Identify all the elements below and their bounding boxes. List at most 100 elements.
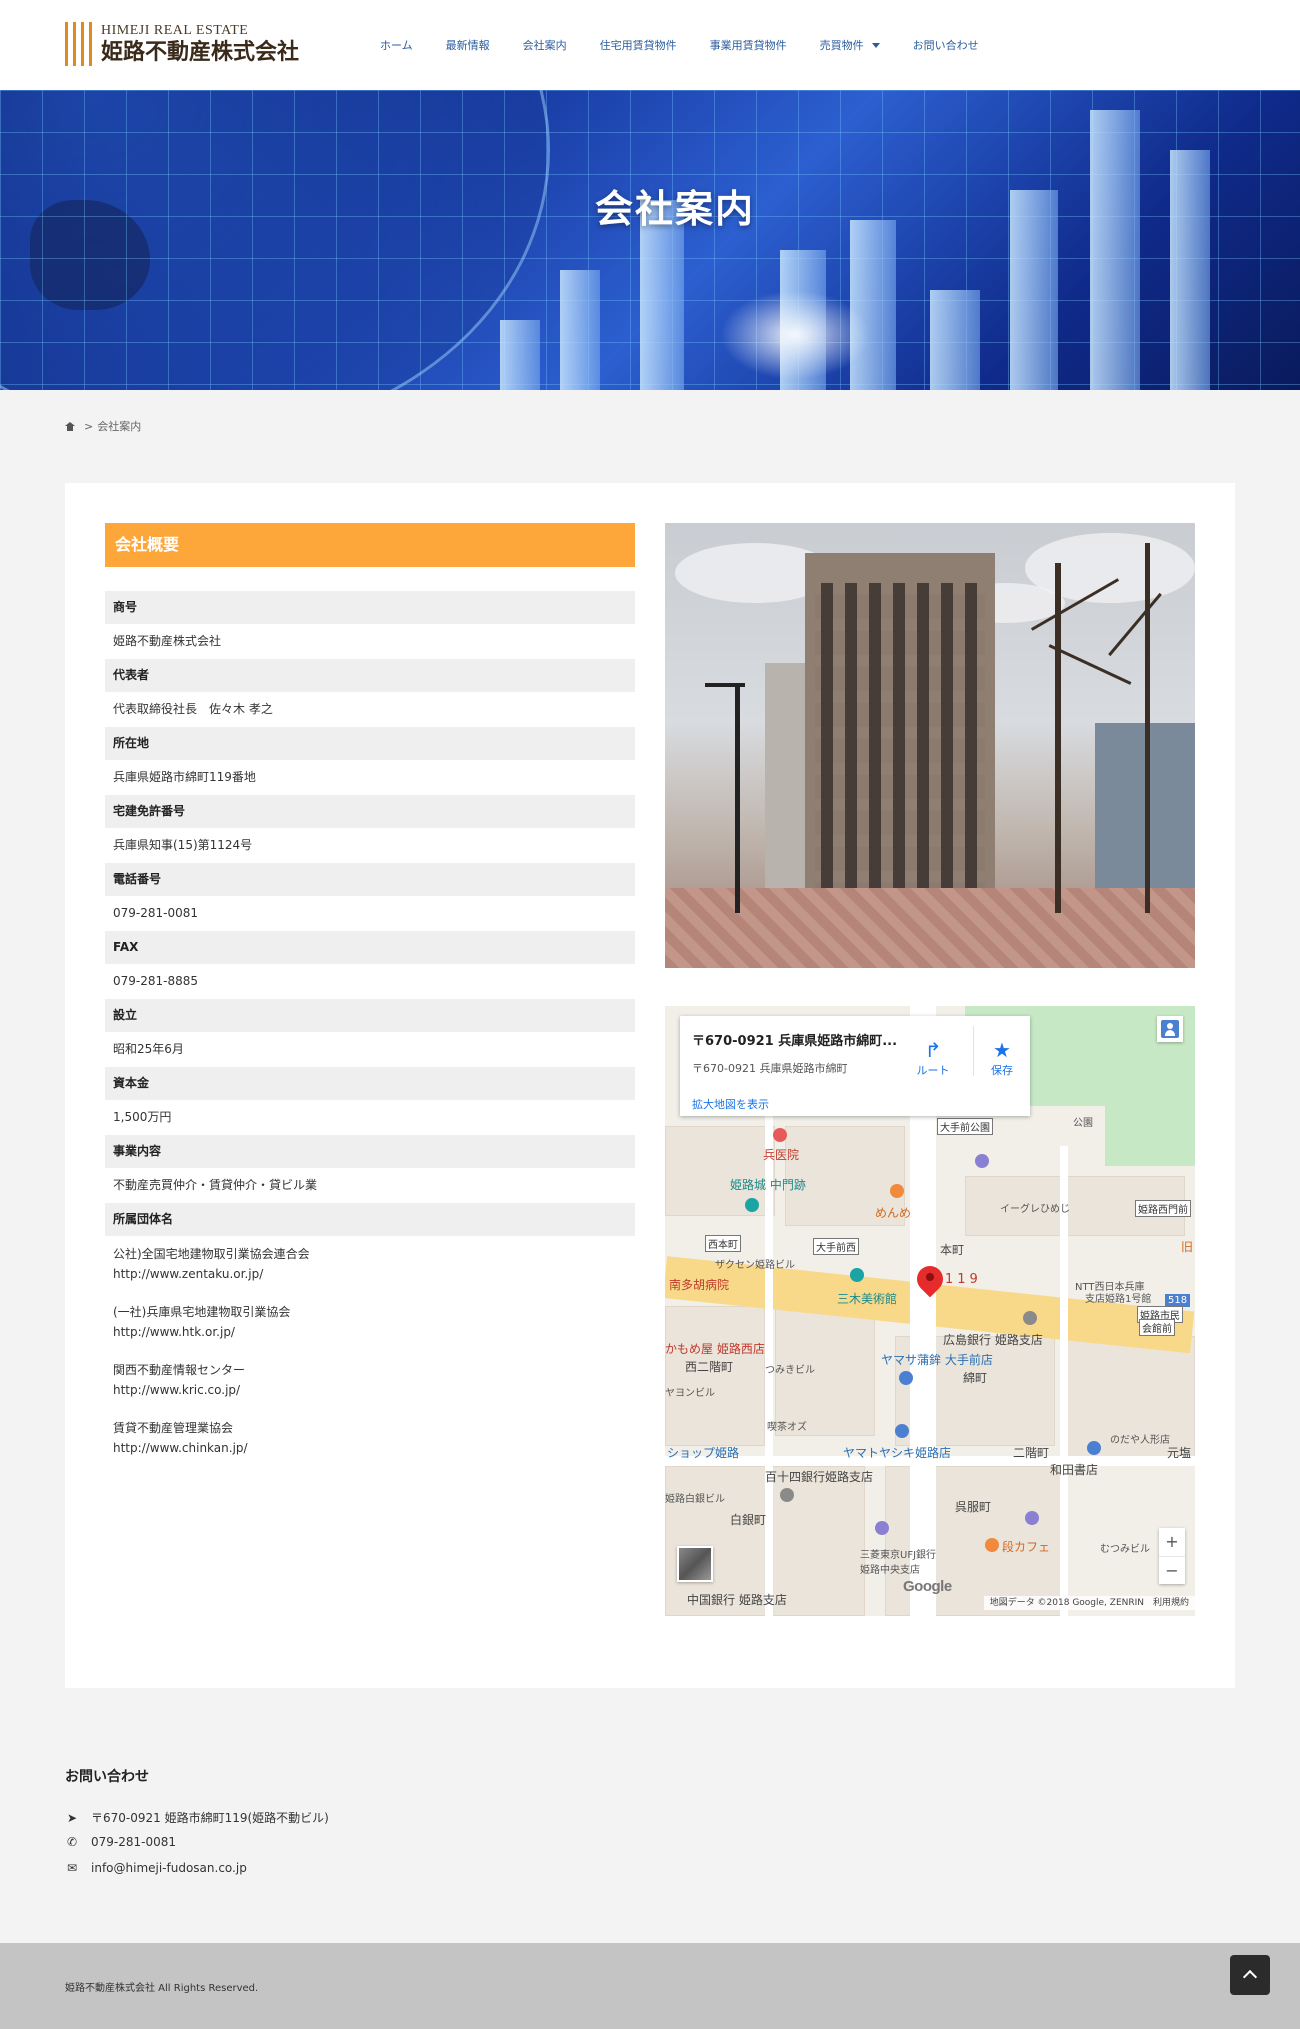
- map-label: 百十四銀行姫路支店: [765, 1470, 874, 1484]
- map-label: 呉服町: [955, 1500, 992, 1514]
- page-title: 会社案内: [594, 186, 755, 231]
- map-label: 南多胡病院: [669, 1278, 730, 1292]
- nav-sale-label: 売買物件: [819, 39, 864, 52]
- map-attribution[interactable]: 地図データ ©2018 Google, ZENRIN 利用規約: [983, 1596, 1195, 1610]
- nav-residential-rental[interactable]: 住宅用賃貸物件: [600, 37, 677, 53]
- nav-company[interactable]: 会社案内: [523, 37, 567, 53]
- shop-icon: [895, 1424, 909, 1438]
- org-url[interactable]: http://www.htk.or.jp/: [113, 1322, 627, 1342]
- cafe-icon: [985, 1538, 999, 1552]
- info-value: 不動産売買仲介・賃貸仲介・貸ビル業: [113, 1178, 318, 1192]
- chevron-up-icon: [1242, 1969, 1258, 1985]
- list-item: 賃貸不動産管理業協会 http://www.chinkan.jp/: [113, 1418, 627, 1458]
- book-icon: [1087, 1441, 1101, 1455]
- enlarge-map-link[interactable]: 拡大地図を表示: [692, 1096, 769, 1112]
- google-logo: Google: [903, 1578, 952, 1595]
- map-label: つみきビル: [765, 1365, 815, 1376]
- restaurant-icon: [890, 1184, 904, 1198]
- map-marker-icon[interactable]: [917, 1264, 943, 1300]
- org-url[interactable]: http://www.chinkan.jp/: [113, 1438, 627, 1458]
- map-label: 大手前公園: [937, 1118, 993, 1135]
- zoom-out-button[interactable]: −: [1159, 1557, 1185, 1585]
- map-label: 姫路城 中門跡: [730, 1178, 806, 1192]
- street-view-thumbnail[interactable]: [677, 1546, 713, 1582]
- google-map[interactable]: 公園 大手前公園 兵医院 姫路城 中門跡 めんめ イーグレひめじ 姫路西門前 西…: [665, 1006, 1195, 1616]
- map-label: 元塩: [1167, 1446, 1192, 1460]
- museum-icon: [850, 1268, 864, 1282]
- location-arrow-icon: ➤: [66, 1810, 78, 1825]
- map-label: ヤマサ蒲鉾 大手前店: [881, 1353, 993, 1367]
- info-value: 1,500万円: [113, 1110, 172, 1124]
- hospital-icon: [773, 1128, 787, 1142]
- info-window-title: 〒670-0921 兵庫県姫路市綿町...: [692, 1034, 898, 1049]
- zoom-in-button[interactable]: +: [1159, 1528, 1185, 1556]
- shop-icon: [899, 1371, 913, 1385]
- map-label: イーグレひめじ: [1000, 1204, 1070, 1215]
- parking-icon: [1025, 1511, 1039, 1525]
- nav-contact[interactable]: お問い合わせ: [913, 37, 979, 53]
- route-button[interactable]: ↱ ルート: [905, 1038, 961, 1078]
- map-label: むつみビル: [1100, 1544, 1150, 1555]
- map-label: ショップ姫路: [667, 1446, 740, 1460]
- map-label: 三木美術館: [837, 1292, 898, 1306]
- info-label: FAX: [105, 931, 635, 964]
- footer-email-text[interactable]: info@himeji-fudosan.co.jp: [91, 1861, 247, 1875]
- map-label: ザクセン姫路ビル: [715, 1260, 795, 1271]
- org-list: 公社)全国宅地建物取引業協会連合会 http://www.zentaku.or.…: [105, 1236, 635, 1458]
- site-logo[interactable]: HIMEJI REAL ESTATE 姫路不動産株式会社: [65, 20, 299, 68]
- logo-english: HIMEJI REAL ESTATE: [101, 23, 249, 38]
- list-item: 公社)全国宅地建物取引業協会連合会 http://www.zentaku.or.…: [113, 1244, 627, 1284]
- org-url[interactable]: http://www.kric.co.jp/: [113, 1380, 627, 1400]
- org-url[interactable]: http://www.zentaku.or.jp/: [113, 1264, 627, 1284]
- company-card: 会社概要 商号 姫路不動産株式会社 代表者 代表取締役社長 佐々木 孝之 所在地…: [65, 483, 1235, 1688]
- nav-news[interactable]: 最新情報: [446, 37, 490, 53]
- breadcrumb-current: 会社案内: [97, 420, 142, 433]
- map-label: 会館前: [1139, 1319, 1175, 1336]
- building-photo: [665, 523, 1195, 968]
- pegman-icon[interactable]: [1157, 1016, 1183, 1042]
- map-label: 二階町: [1013, 1446, 1050, 1460]
- footer-address-text: 〒670-0921 姫路市綿町119(姫路不動ビル): [91, 1811, 329, 1825]
- main-nav: ホーム 最新情報 会社案内 住宅用賃貸物件 事業用賃貸物件 売買物件 お問い合わ…: [380, 0, 1012, 90]
- bank-icon: [875, 1521, 889, 1535]
- info-label: 所在地: [105, 727, 635, 760]
- nav-business-rental[interactable]: 事業用賃貸物件: [710, 37, 787, 53]
- org-name: 関西不動産情報センター: [113, 1363, 246, 1377]
- map-label: 和田書店: [1050, 1463, 1099, 1477]
- info-value: 兵庫県知事(15)第1124号: [113, 838, 253, 852]
- save-button[interactable]: ★ 保存: [974, 1038, 1030, 1078]
- info-label: 所属団体名: [105, 1203, 635, 1236]
- home-icon[interactable]: [65, 421, 75, 431]
- nav-sale-properties[interactable]: 売買物件: [820, 37, 880, 53]
- info-label: 設立: [105, 999, 635, 1032]
- map-label: 公園: [1073, 1118, 1093, 1129]
- nav-home[interactable]: ホーム: [380, 37, 413, 53]
- map-label: 姫路白銀ビル: [665, 1494, 725, 1505]
- map-label: 段カフェ: [1002, 1540, 1051, 1554]
- map-label: 三菱東京UFJ銀行: [860, 1550, 937, 1561]
- map-label: 旧: [1181, 1240, 1194, 1254]
- envelope-icon: ✉: [66, 1861, 78, 1875]
- pavement: [665, 888, 1195, 968]
- footer-phone-text[interactable]: 079-281-0081: [91, 1835, 176, 1849]
- place-icon: [1023, 1311, 1037, 1325]
- parking-icon: [975, 1154, 989, 1168]
- logo-mark-icon: [65, 22, 93, 66]
- info-label: 電話番号: [105, 863, 635, 896]
- info-label: 商号: [105, 591, 635, 624]
- back-to-top-button[interactable]: [1230, 1955, 1270, 1995]
- map-label: 兵医院: [763, 1148, 800, 1162]
- map-label: ヤマトヤシキ姫路店: [843, 1446, 952, 1460]
- hero-banner: 会社案内: [0, 90, 1300, 390]
- footer-email: ✉ info@himeji-fudosan.co.jp: [65, 1861, 247, 1875]
- logo-japanese: 姫路不動産株式会社: [101, 39, 300, 65]
- org-name: 公社)全国宅地建物取引業協会連合会: [113, 1247, 310, 1261]
- info-value: 昭和25年6月: [113, 1042, 184, 1056]
- map-label: 中国銀行 姫路支店: [687, 1593, 787, 1607]
- info-label: 事業内容: [105, 1135, 635, 1168]
- landmark-icon: [745, 1198, 759, 1212]
- info-value: 079-281-8885: [113, 974, 199, 988]
- org-name: 賃貸不動産管理業協会: [113, 1421, 234, 1435]
- star-icon: ★: [993, 1038, 1011, 1062]
- map-label: 白銀町: [730, 1513, 767, 1527]
